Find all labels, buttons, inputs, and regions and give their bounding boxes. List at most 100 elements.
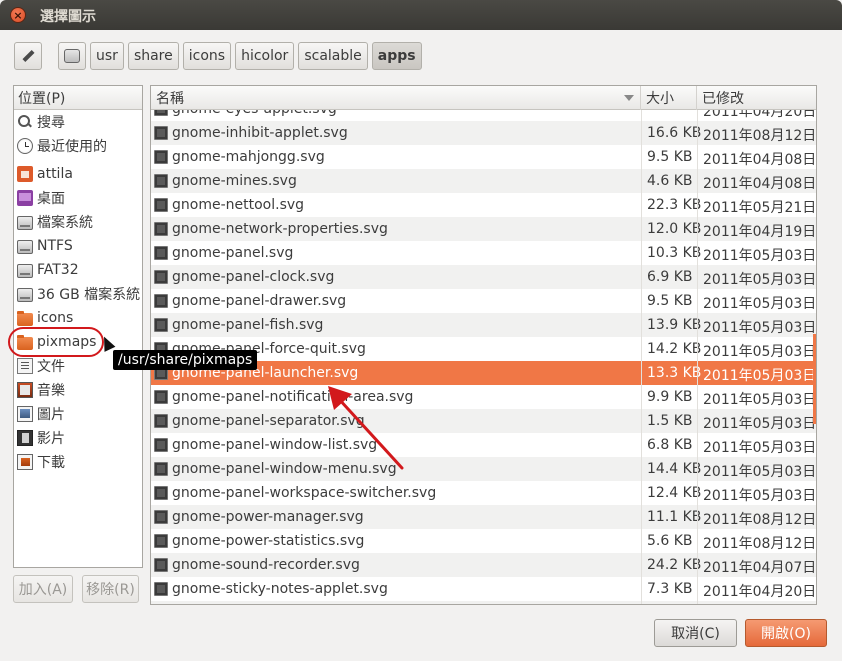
svg-file-icon (154, 318, 168, 332)
column-size-label: 大小 (646, 91, 674, 107)
path-button-hicolor[interactable]: hicolor (235, 42, 295, 70)
file-row[interactable]: gnome-panel-separator.svg 1.5 KB 2011年05月0… (151, 409, 816, 433)
file-row[interactable]: gnome-power-statistics.svg 5.6 KB 2011年08月… (151, 529, 816, 553)
scrollbar-marker[interactable] (813, 334, 816, 424)
svg-file-icon (154, 246, 168, 260)
svg-file-icon (154, 486, 168, 500)
file-row[interactable]: gnome-mahjongg.svg 9.5 KB 2011年04月08日 (151, 145, 816, 169)
file-row[interactable]: gnome-nettool.svg 22.3 KB 2011年05月21日 (151, 193, 816, 217)
svg-file-icon (154, 414, 168, 428)
file-size: 9.5 KB (647, 149, 693, 165)
place-music[interactable]: 音樂 (14, 378, 142, 402)
path-root-button[interactable] (58, 42, 86, 70)
places-header[interactable]: 位置(P) (14, 86, 142, 110)
place-pictures[interactable]: 圖片 (14, 402, 142, 426)
place-label: 36 GB 檔案系統 (37, 287, 141, 303)
file-modified: 2011年04月07日 (703, 560, 817, 576)
file-row[interactable]: gnome-sticky-notes-applet.svg 7.3 KB 2011年… (151, 577, 816, 601)
edit-location-button[interactable] (14, 42, 42, 70)
file-name: gnome-panel-separator.svg (172, 413, 365, 429)
file-size: 1.5 KB (647, 413, 693, 429)
column-name-label: 名稱 (156, 91, 184, 107)
desktop-icon (17, 190, 33, 206)
file-name: gnome-power-manager.svg (172, 509, 364, 525)
place-search[interactable]: 搜尋 (14, 110, 142, 134)
file-row[interactable]: gnome-panel-notification-area.svg 9.9 KB 2… (151, 385, 816, 409)
place-label: 圖片 (37, 407, 65, 423)
place-label: 文件 (37, 359, 65, 375)
clock-icon (17, 138, 33, 154)
file-modified: 2011年04月08日 (703, 152, 817, 168)
file-size: 5.6 KB (647, 533, 693, 549)
place-icons[interactable]: icons (14, 306, 142, 330)
file-row[interactable]: gnome-mines.svg 4.6 KB 2011年04月08日 (151, 169, 816, 193)
file-size: 6.8 KB (647, 437, 693, 453)
place-label: 桌面 (37, 191, 65, 207)
place-label: 最近使用的 (37, 139, 107, 155)
file-row[interactable]: gnome-network-properties.svg 12.0 KB 2011年… (151, 217, 816, 241)
place-desktop[interactable]: 桌面 (14, 186, 142, 210)
file-row[interactable]: gnome-system-monitor.svg (151, 601, 816, 604)
place-label: 搜尋 (37, 115, 65, 131)
file-size: 13.9 KB (647, 317, 702, 333)
place-label: 音樂 (37, 383, 65, 399)
place-filesystem[interactable]: 檔案系統 (14, 210, 142, 234)
file-row[interactable]: gnome-panel.svg 10.3 KB 2011年05月03日 (151, 241, 816, 265)
file-row[interactable]: gnome-panel-window-list.svg 6.8 KB 2011年05… (151, 433, 816, 457)
file-size: 13.3 KB (647, 365, 702, 381)
file-row[interactable]: gnome-panel-workspace-switcher.svg 12.4 K… (151, 481, 816, 505)
path-button-icons[interactable]: icons (182, 42, 232, 70)
file-modified: 2011年05月03日 (703, 392, 817, 408)
place-ntfs[interactable]: NTFS (14, 234, 142, 258)
file-modified: 2011年08月12日 (703, 536, 817, 552)
path-button-usr[interactable]: usr (90, 42, 124, 70)
file-row[interactable]: gnome-power-manager.svg 11.1 KB 2011年08月12… (151, 505, 816, 529)
file-row[interactable]: gnome-panel-clock.svg 6.9 KB 2011年05月03日 (151, 265, 816, 289)
file-row[interactable]: gnome-panel-window-menu.svg 14.4 KB 2011年0… (151, 457, 816, 481)
file-row[interactable]: gnome-panel-drawer.svg 9.5 KB 2011年05月03日 (151, 289, 816, 313)
music-icon (17, 382, 33, 398)
file-name: gnome-panel-window-list.svg (172, 437, 378, 453)
file-name: gnome-panel-fish.svg (172, 317, 324, 333)
file-modified: 2011年08月12日 (703, 128, 817, 144)
place-label: FAT32 (37, 262, 79, 278)
place-fat32[interactable]: FAT32 (14, 258, 142, 282)
svg-file-icon (154, 582, 168, 596)
open-button[interactable]: 開啟(O) (745, 619, 827, 647)
place-home[interactable]: attila (14, 162, 142, 186)
drive-icon (64, 49, 80, 63)
place-recent[interactable]: 最近使用的 (14, 134, 142, 158)
add-bookmark-button[interactable]: 加入(A) (13, 575, 73, 603)
videos-icon (17, 430, 33, 446)
file-row[interactable]: gnome-sound-recorder.svg 24.2 KB 2011年04月0… (151, 553, 816, 577)
place-36gb[interactable]: 36 GB 檔案系統 (14, 282, 142, 306)
column-header-name[interactable]: 名稱 (151, 86, 641, 110)
file-list: 名稱 大小 已修改 gnome-eyes-applet.svg2011年04月2… (150, 85, 817, 605)
file-modified: 2011年04月08日 (703, 176, 817, 192)
column-header-size[interactable]: 大小 (641, 86, 697, 110)
svg-file-icon (154, 558, 168, 572)
file-modified: 2011年05月03日 (703, 368, 817, 384)
file-size: 22.3 KB (647, 197, 702, 213)
column-header-modified[interactable]: 已修改 (697, 86, 816, 110)
place-downloads[interactable]: 下載 (14, 450, 142, 474)
svg-file-icon (154, 438, 168, 452)
path-button-share[interactable]: share (127, 42, 179, 70)
file-row[interactable]: gnome-panel-fish.svg 13.9 KB 2011年05月03日 (151, 313, 816, 337)
remove-bookmark-button[interactable]: 移除(R) (82, 575, 139, 603)
file-size: 6.9 KB (647, 269, 693, 285)
close-button[interactable]: × (10, 7, 26, 23)
place-videos[interactable]: 影片 (14, 426, 142, 450)
home-folder-icon (17, 166, 33, 182)
drive-icon (17, 215, 33, 230)
file-size: 12.4 KB (647, 485, 702, 501)
place-label: 下載 (37, 455, 65, 471)
file-modified: 2011年05月03日 (703, 440, 817, 456)
file-row[interactable]: gnome-inhibit-applet.svg 16.6 KB 2011年08月1… (151, 121, 816, 145)
cancel-button[interactable]: 取消(C) (654, 619, 737, 647)
path-button-scalable[interactable]: scalable (298, 42, 368, 70)
path-button-apps[interactable]: apps (371, 42, 422, 70)
title-bar: × 選擇圖示 (0, 0, 842, 30)
file-name: gnome-sticky-notes-applet.svg (172, 581, 388, 597)
file-modified: 2011年05月03日 (703, 464, 817, 480)
